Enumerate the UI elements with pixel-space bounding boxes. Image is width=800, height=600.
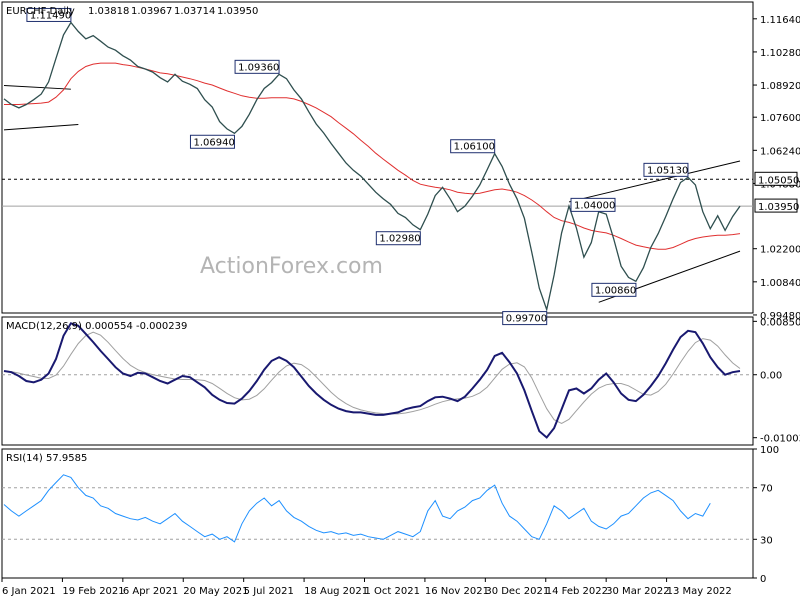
price-axis-tick-label: 1.02200 [760,245,800,256]
x-axis-tick-label: 1 Oct 2021 [365,586,420,597]
eurchf-daily-chart: ActionForex.com 1.114901.069401.093601.0… [0,0,800,600]
price-annotation-label: 1.00860 [595,285,636,296]
x-axis-tick-label: 5 Jul 2021 [244,586,294,597]
x-axis-tick-label: 13 May 2022 [667,586,732,597]
ohlc-close: 1.03950 [217,6,258,17]
macd-axis-tick-label: -0.010034 [760,434,800,445]
current-price-label: 1.03950 [758,202,799,213]
x-axis-tick-label: 19 Feb 2021 [62,586,124,597]
price-axis-tick-label: 1.10280 [760,48,800,59]
rsi-axis-tick-label: 100 [760,445,779,456]
x-axis-tick-label: 14 Feb 2022 [546,586,608,597]
rsi-axis-tick-label: 70 [760,484,773,495]
ohlc-open: 1.03818 [88,6,129,17]
ohlc-high: 1.03967 [131,6,172,17]
ohlc-low: 1.03714 [174,6,215,17]
x-axis-tick-label: 18 Aug 2021 [304,586,368,597]
price-axis-tick-label: 1.08920 [760,81,800,92]
price-axis-tick-label: 1.00840 [760,278,800,289]
rsi-header: RSI(14) 57.9585 [6,453,87,464]
x-axis-tick-label: 30 Mar 2022 [606,586,669,597]
rsi-axis-tick-label: 0 [760,574,766,585]
price-annotation-label: 1.05130 [647,165,688,176]
price-annotation-label: 1.04000 [574,200,615,211]
x-axis-tick-label: 16 Nov 2021 [425,586,489,597]
x-axis-tick-label: 6 Jan 2021 [2,586,56,597]
rsi-axis-tick-label: 30 [760,535,773,546]
watermark: ActionForex.com [200,254,383,279]
macd-axis-tick-label: 0.00 [760,371,782,382]
macd-header: MACD(12,26,9) 0.000554 -0.000239 [6,321,187,332]
x-axis-tick-label: 20 May 2021 [183,586,248,597]
price-annotation-label: 1.02980 [379,234,420,245]
macd-axis-tick-label: 0.008507 [760,317,800,328]
price-annotation-label: 1.06940 [193,137,234,148]
price-axis-tick-label: 1.11640 [760,15,800,26]
marked-level-label: 1.05050 [758,175,799,186]
chart-title: EURCHF Daily [6,6,75,17]
price-annotation-label: 1.06100 [454,142,495,153]
price-axis-tick-label: 1.07600 [760,113,800,124]
price-annotation-label: 1.09360 [238,62,279,73]
x-axis-tick-label: 30 Dec 2021 [485,586,549,597]
x-axis-tick-label: 6 Apr 2021 [123,586,178,597]
price-annotation-label: 0.99700 [506,314,547,325]
price-axis-tick-label: 1.06240 [760,146,800,157]
